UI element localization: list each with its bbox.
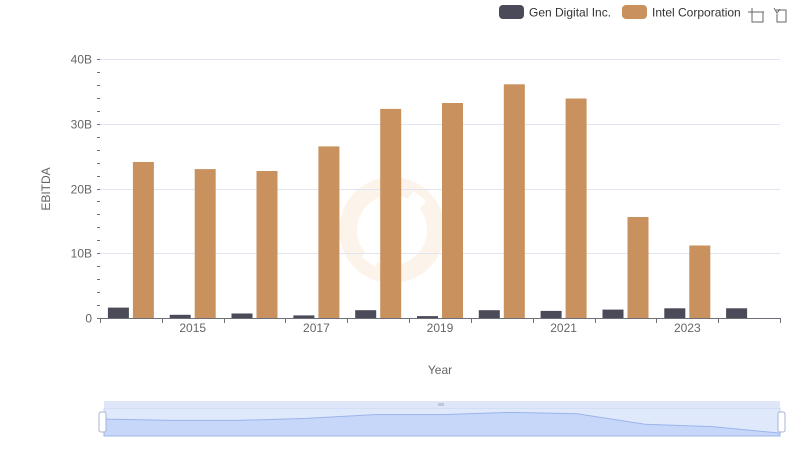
y-tick-label: 10B <box>71 247 92 261</box>
chart: 010B20B30B40B 2015 2017 2019 2021 2023 Year … <box>39 5 787 437</box>
bar-gen-digital-2020[interactable] <box>478 310 500 318</box>
bar-gen-digital-2015[interactable] <box>169 314 191 318</box>
x-tick-label: 2023 <box>674 321 701 335</box>
bar-intel-2021[interactable] <box>565 98 587 319</box>
bar-intel-2023[interactable] <box>689 245 711 319</box>
x-tick-label: 2015 <box>179 321 206 335</box>
bar-intel-2015[interactable] <box>194 169 216 318</box>
zoom-select-icon[interactable] <box>748 8 764 23</box>
bar-intel-2018[interactable] <box>380 108 402 319</box>
legend-item-gen-digital[interactable]: Gen Digital Inc. <box>499 5 611 20</box>
restore-icon[interactable] <box>773 7 787 23</box>
bar-gen-digital-2018[interactable] <box>355 310 377 318</box>
bar-intel-2016[interactable] <box>256 171 278 318</box>
zoom-slider-selection <box>104 408 780 436</box>
bar-intel-2020[interactable] <box>503 84 525 318</box>
zoom-slider[interactable] <box>98 401 786 437</box>
bar-gen-digital-2021[interactable] <box>540 310 562 318</box>
y-axis-minor-ticks <box>97 59 100 319</box>
bar-gen-digital-2024[interactable] <box>726 308 748 318</box>
x-tick-label: 2019 <box>427 321 454 335</box>
bar-gen-digital-2016[interactable] <box>231 313 253 319</box>
legend-label-intel: Intel Corporation <box>652 6 741 20</box>
y-axis-title: EBITDA <box>39 167 53 210</box>
zoom-slider-left-handle[interactable] <box>98 411 107 433</box>
x-tick-label: 2017 <box>303 321 330 335</box>
x-axis-labels: 2015 2017 2019 2021 2023 <box>179 321 701 335</box>
x-tick-label: 2021 <box>550 321 577 335</box>
legend-swatch-gen-digital <box>499 5 524 19</box>
bar-gen-digital-2019[interactable] <box>417 316 438 318</box>
legend-label-gen-digital: Gen Digital Inc. <box>529 6 611 20</box>
y-tick-label: 40B <box>71 53 92 67</box>
zoom-slider-right-handle[interactable] <box>777 411 786 433</box>
bar-gen-digital-2022[interactable] <box>602 309 624 318</box>
bar-gen-digital-2014[interactable] <box>107 307 129 318</box>
y-axis-labels: 0 10B 20B 30B 40B <box>71 53 93 326</box>
y-tick-label: 20B <box>71 183 92 197</box>
bar-intel-2019[interactable] <box>442 103 463 318</box>
legend-item-intel[interactable]: Intel Corporation <box>622 5 741 20</box>
bar-intel-2022[interactable] <box>627 217 649 318</box>
bar-intel-2017[interactable] <box>318 146 340 318</box>
y-tick-label: 30B <box>71 118 92 132</box>
bar-gen-digital-2023[interactable] <box>664 308 686 318</box>
bar-intel-2014[interactable] <box>132 162 154 318</box>
legend: Gen Digital Inc. Intel Corporation <box>499 5 741 20</box>
x-axis-title: Year <box>428 363 452 377</box>
y-tick-label: 0 <box>85 312 92 326</box>
zoom-slider-top-bar[interactable] <box>104 401 780 408</box>
bar-gen-digital-2017[interactable] <box>293 315 315 318</box>
legend-swatch-intel <box>622 5 647 19</box>
